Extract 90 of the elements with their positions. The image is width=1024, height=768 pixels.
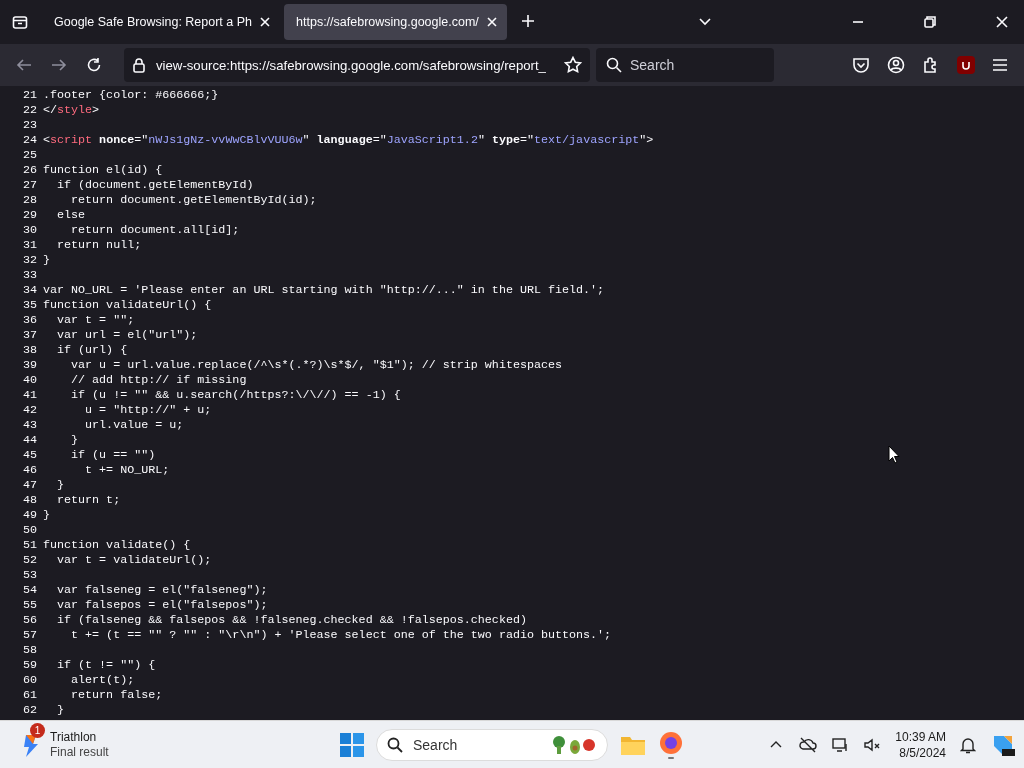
code-line: t += NO_URL;: [84, 463, 170, 478]
code-line: var falsepos = el("falsepos");: [56, 598, 268, 613]
line-number: 24: [21, 133, 37, 148]
line-number: 22: [21, 103, 37, 118]
code-line: }: [70, 433, 79, 448]
line-number: 26: [21, 163, 37, 178]
clock-time[interactable]: 10:39 AM: [895, 728, 946, 745]
code-line: u = "http://" + u;: [84, 403, 212, 418]
code-line: var url = el("url");: [56, 328, 198, 343]
taskbar-search-field[interactable]: Search: [376, 728, 608, 761]
clock-date[interactable]: 8/5/2024: [899, 744, 946, 761]
line-number: 60: [21, 673, 37, 688]
code-line: return null;: [56, 238, 142, 253]
browser-tab[interactable]: Google Safe Browsing: Report a Ph: [42, 4, 281, 40]
line-number: 52: [21, 553, 37, 568]
line-number: 51: [21, 538, 37, 553]
code-line: var NO_URL = 'Please enter an URL starting with "http://..." in the URL field.';: [43, 283, 605, 298]
code-line: t += (t == "" ? "" : "\r\n") + 'Please select one of the two radio buttons.';: [70, 628, 612, 643]
line-number: 53: [21, 568, 37, 583]
code-line: .footer {color: #666666;}: [43, 88, 219, 103]
line-number: 59: [21, 658, 37, 673]
line-number: 42: [21, 403, 37, 418]
browser-tab[interactable]: https://safebrowsing.google.com/: [284, 4, 507, 40]
code-line: var u = url.value.replace(/^\s*(.*?)\s*$/, "$1"); // strip whitespaces: [70, 358, 562, 373]
code-line: return document.getElementById(id);: [70, 193, 317, 208]
address-bar[interactable]: view-source:https://safebrowsing.google.com/safebrowsing/report_: [124, 48, 590, 82]
line-number: 46: [21, 463, 37, 478]
line-number: 35: [21, 298, 37, 313]
line-number: 49: [21, 508, 37, 523]
code-line: return false;: [70, 688, 163, 703]
code-line: if (t != "") {: [56, 658, 156, 673]
line-number: 39: [21, 358, 37, 373]
line-number: 30: [21, 223, 37, 238]
code-line: if (falseneg && falsepos && !falseneg.checked && !falsepos.checked): [56, 613, 527, 628]
line-number: 38: [21, 343, 37, 358]
line-number: 48: [21, 493, 37, 508]
line-number: 62: [21, 703, 37, 718]
line-number: 58: [21, 643, 37, 658]
code-line: return document.all[id];: [70, 223, 240, 238]
line-number: 40: [21, 373, 37, 388]
notification-subtitle: Final result: [50, 744, 109, 760]
code-line: }: [43, 508, 50, 523]
line-number: 32: [21, 253, 37, 268]
line-number: 23: [21, 118, 37, 133]
code-line: // add http:// if missing: [70, 373, 247, 388]
line-number: 45: [21, 448, 37, 463]
code-line: return t;: [56, 493, 121, 508]
code-line: }: [43, 253, 50, 268]
line-number: 25: [21, 148, 37, 163]
code-line: }: [56, 478, 65, 493]
line-number: 31: [21, 238, 37, 253]
search-field[interactable]: Search: [596, 48, 774, 82]
line-number: 21: [21, 88, 37, 103]
line-number: 27: [21, 178, 37, 193]
code-line: function validate() {: [43, 538, 191, 553]
code-line: url.value = u;: [84, 418, 184, 433]
line-number: 57: [21, 628, 37, 643]
code-line: function el(id) {: [43, 163, 163, 178]
line-number: 36: [21, 313, 37, 328]
code-line: }: [56, 703, 65, 718]
code-line: function validateUrl() {: [43, 298, 212, 313]
line-number: 54: [21, 583, 37, 598]
search-placeholder: Search: [630, 57, 675, 73]
notification-title: Triathlon: [50, 729, 98, 745]
code-line: var t = "";: [56, 313, 135, 328]
code-line: </style>: [43, 103, 100, 118]
line-number: 44: [21, 433, 37, 448]
code-line: <script nonce="nWJs1gNz-vvWwCBlvVUU6w" language="JavaScript1.2" type="text/javascript">: [43, 133, 654, 148]
line-number: 37: [21, 328, 37, 343]
code-line: var t = validateUrl();: [56, 553, 212, 568]
line-number: 55: [21, 598, 37, 613]
notification-badge: 1: [30, 722, 45, 738]
line-number: 34: [21, 283, 37, 298]
code-line: var falseneg = el("falseneg");: [56, 583, 268, 598]
code-line: if (url) {: [56, 343, 128, 358]
url-text: view-source:https://safebrowsing.google.com/safebrowsing/report_: [156, 57, 547, 73]
line-number: 33: [21, 268, 37, 283]
line-number: 43: [21, 418, 37, 433]
code-line: if (document.getElementById): [56, 178, 254, 193]
line-number: 29: [21, 208, 37, 223]
code-line: if (u == ""): [70, 448, 156, 463]
line-number: 41: [21, 388, 37, 403]
line-number: 50: [21, 523, 37, 538]
code-line: else: [56, 208, 86, 223]
line-number: 28: [21, 193, 37, 208]
line-number: 56: [21, 613, 37, 628]
line-number: 61: [21, 688, 37, 703]
code-line: if (u != "" && u.search(/https?:\/\//) == -1) {: [70, 388, 401, 403]
line-number: 47: [21, 478, 37, 493]
code-line: alert(t);: [70, 673, 135, 688]
